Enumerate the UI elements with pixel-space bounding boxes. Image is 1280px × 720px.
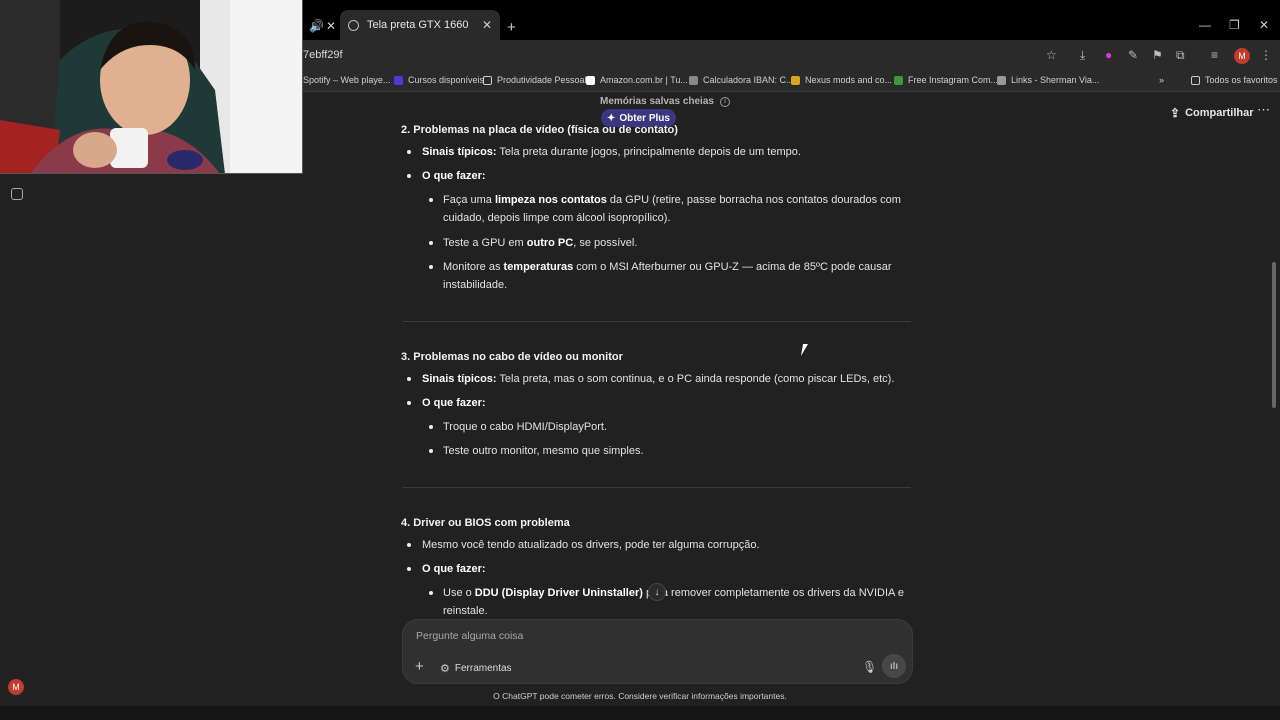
- bullet: [429, 198, 433, 202]
- list-item: Teste outro monitor, mesmo que simples.: [443, 445, 644, 457]
- bullet: [429, 591, 433, 595]
- tools-button[interactable]: ⚙ Ferramentas: [440, 662, 512, 675]
- voice-mode-icon[interactable]: ıIı: [882, 654, 906, 678]
- sliders-icon: ⚙: [440, 663, 450, 675]
- bookmark-item[interactable]: Spotify – Web playe...: [303, 75, 390, 85]
- f-logo-icon: [394, 75, 403, 85]
- list-item: O que fazer:: [422, 563, 486, 575]
- section-heading: 3. Problemas no cabo de vídeo ou monitor: [401, 351, 623, 363]
- amazon-icon: [586, 75, 595, 85]
- webcam-overlay: [0, 0, 303, 174]
- user-avatar[interactable]: M: [8, 679, 24, 695]
- share-icon: ⇪: [1170, 106, 1181, 120]
- bullet: [407, 150, 411, 154]
- bookmark-item[interactable]: Produtividade Pessoal: [483, 75, 587, 85]
- assistant-message: 2. Problemas na placa de vídeo (física o…: [401, 120, 913, 620]
- disclaimer: O ChatGPT pode cometer erros. Considere …: [493, 691, 787, 701]
- puzzle-icon[interactable]: ⧉: [1176, 48, 1185, 63]
- list-item: O que fazer:: [422, 397, 486, 409]
- bookmark-item[interactable]: Calculadora IBAN: C...: [689, 75, 794, 85]
- globe-icon: [689, 75, 698, 85]
- bullet: [407, 567, 411, 571]
- list-item: Use o DDU (Display Driver Uninstaller) p…: [443, 587, 904, 599]
- list-item: Teste a GPU em outro PC, se possível.: [443, 237, 638, 249]
- info-icon[interactable]: i: [719, 96, 730, 107]
- close-tab-icon[interactable]: ✕: [326, 19, 336, 33]
- w-logo-icon: [894, 75, 903, 85]
- bottom-strip: [0, 706, 1280, 720]
- close-tab-icon[interactable]: ✕: [482, 18, 492, 32]
- bookmark-item[interactable]: Nexus mods and co...: [791, 75, 892, 85]
- more-options-icon[interactable]: ⋯: [1257, 102, 1270, 118]
- audio-icon[interactable]: 🔊: [309, 19, 324, 33]
- tab-title: Tela preta GTX 1660: [367, 19, 469, 31]
- bullet: [407, 174, 411, 178]
- list-item: Troque o cabo HDMI/DisplayPort.: [443, 421, 608, 433]
- list-item-continued: cuidado, depois limpe com álcool isoprop…: [443, 212, 671, 224]
- more-bookmarks-icon[interactable]: »: [1159, 75, 1164, 85]
- bookmark-star-icon[interactable]: ☆: [1046, 48, 1057, 62]
- list-item: Mesmo você tendo atualizado os drivers, …: [422, 539, 760, 551]
- screen: 🔊 ✕ Tela preta GTX 1660 ✕ + — ❐ ✕ 7ebff2…: [0, 0, 1280, 720]
- bullet: [429, 425, 433, 429]
- bullet: [407, 401, 411, 405]
- list-item: O que fazer:: [422, 170, 486, 182]
- webcam-person-image: [0, 0, 302, 173]
- list-item-continued: instabilidade.: [443, 279, 508, 291]
- tab-active[interactable]: Tela preta GTX 1660 ✕: [340, 10, 500, 40]
- composer: Pergunte alguma coisa + ⚙ Ferramentas 🎙 ı…: [402, 619, 913, 684]
- scroll-to-bottom-button[interactable]: ↓: [648, 583, 666, 601]
- bullet: [407, 543, 411, 547]
- folder-icon: [1191, 75, 1200, 85]
- url-text[interactable]: 7ebff29f: [303, 49, 343, 61]
- bullet: [429, 265, 433, 269]
- microphone-icon[interactable]: 🎙: [862, 660, 877, 674]
- list-item: Sinais típicos: Tela preta, mas o som co…: [422, 373, 895, 385]
- scrollbar-thumb[interactable]: [1272, 262, 1276, 408]
- bullet: [429, 449, 433, 453]
- chatgpt-favicon-icon: [348, 19, 359, 31]
- divider: [403, 321, 911, 322]
- memory-notice: Memórias salvas cheias i: [600, 96, 730, 107]
- bookmark-item[interactable]: Amazon.com.br | Tu...: [586, 75, 688, 85]
- list-item: Sinais típicos: Tela preta durante jogos…: [422, 146, 801, 158]
- list-item: Monitore as temperaturas com o MSI After…: [443, 261, 892, 273]
- sidebar-toggle-icon[interactable]: [11, 188, 23, 200]
- profile-avatar[interactable]: M: [1234, 48, 1250, 64]
- list-item-continued: reinstale.: [443, 605, 488, 617]
- book-icon: [483, 75, 492, 85]
- attach-plus-icon[interactable]: +: [415, 658, 424, 675]
- nexus-icon: [791, 75, 800, 85]
- share-button[interactable]: ⇪ Compartilhar: [1170, 106, 1254, 120]
- linktree-icon: [997, 75, 1006, 85]
- media-icon[interactable]: ≡: [1211, 48, 1218, 62]
- restore-icon[interactable]: ❐: [1229, 18, 1240, 32]
- divider: [403, 487, 911, 488]
- menu-icon[interactable]: ⋮: [1260, 48, 1272, 62]
- close-window-icon[interactable]: ✕: [1259, 18, 1269, 32]
- list-item: Faça uma limpeza nos contatos da GPU (re…: [443, 194, 901, 206]
- download-icon[interactable]: ⤓: [1080, 48, 1085, 63]
- section-heading: 2. Problemas na placa de vídeo (física o…: [401, 124, 678, 136]
- new-tab-icon[interactable]: +: [507, 19, 516, 36]
- extension-icon[interactable]: ●: [1105, 48, 1112, 62]
- all-bookmarks[interactable]: Todos os favoritos: [1191, 75, 1278, 85]
- section-heading: 4. Driver ou BIOS com problema: [401, 517, 570, 529]
- bookmark-item[interactable]: Links - Sherman Via...: [997, 75, 1099, 85]
- prompt-input[interactable]: Pergunte alguma coisa: [416, 630, 523, 642]
- bookmark-item[interactable]: Free Instagram Com...: [894, 75, 998, 85]
- bullet: [429, 241, 433, 245]
- extension-icon[interactable]: ✎: [1128, 48, 1138, 62]
- bookmark-item[interactable]: Cursos disponíveis: [394, 75, 484, 85]
- bullet: [407, 377, 411, 381]
- extension-icon[interactable]: ⚑: [1152, 48, 1163, 62]
- minimize-icon[interactable]: —: [1199, 18, 1211, 32]
